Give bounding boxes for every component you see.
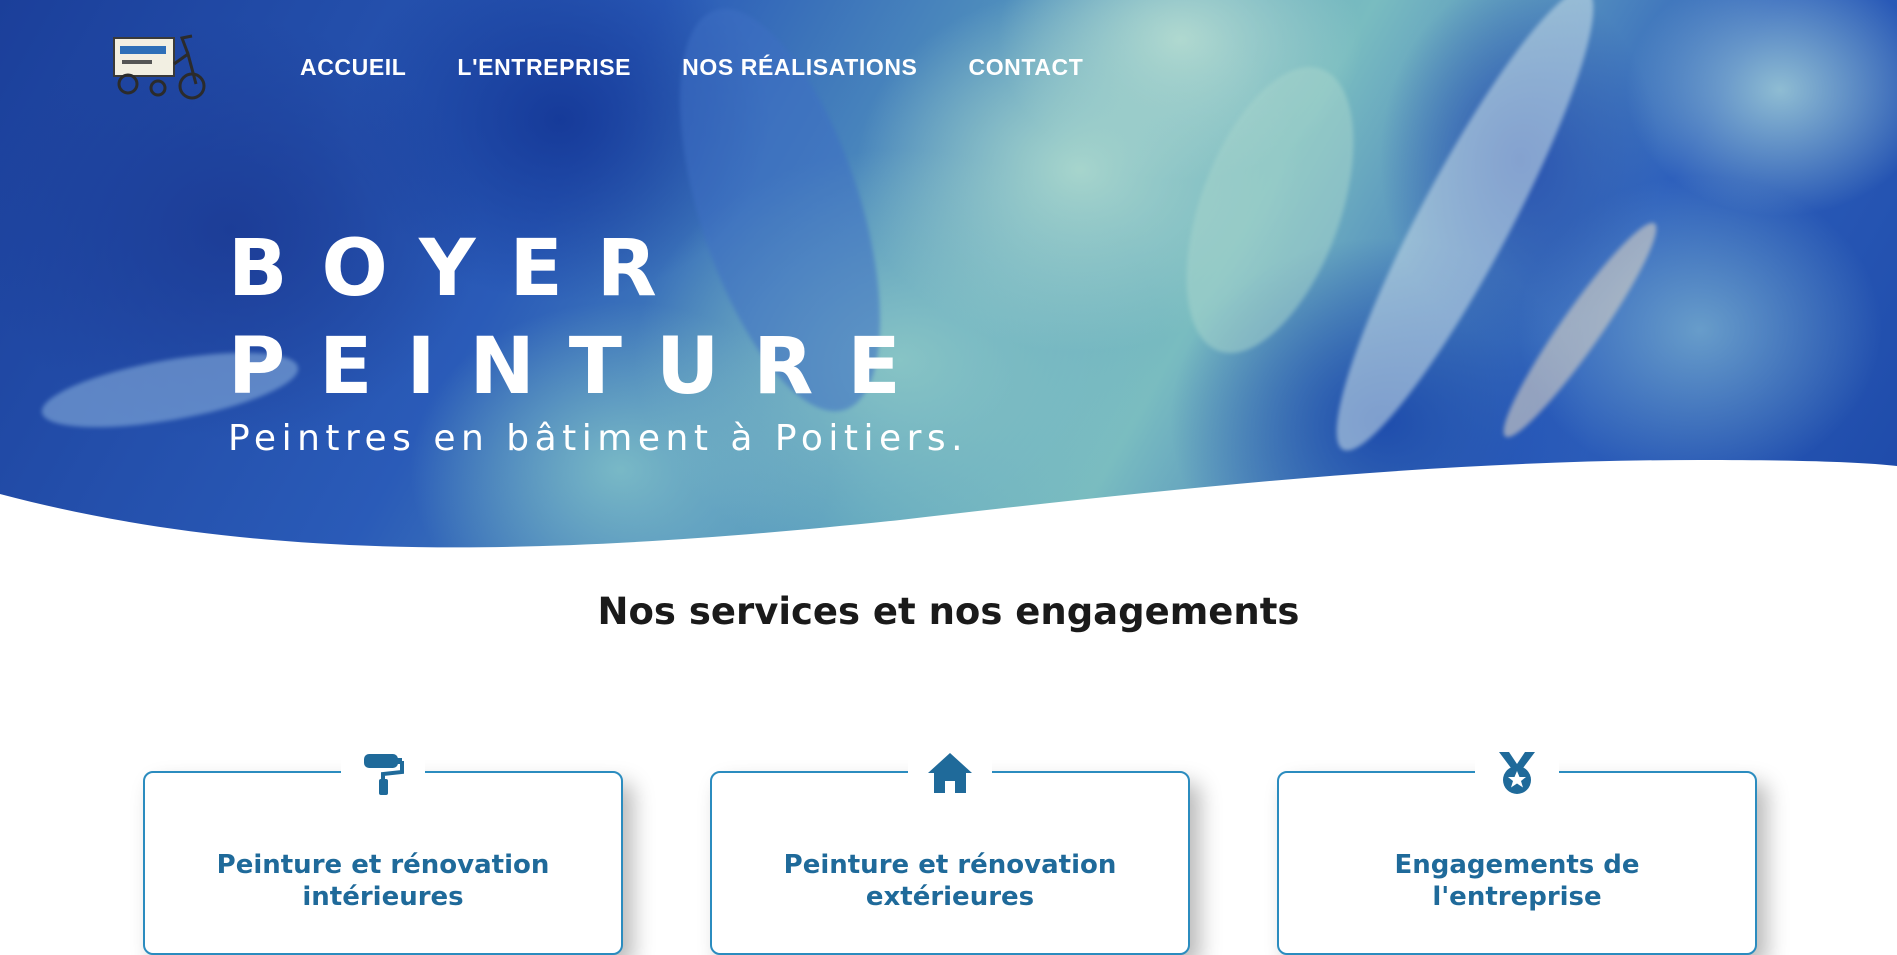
card-icon-holder: [341, 747, 425, 799]
brand-title: BOYER PEINTURE: [228, 220, 935, 416]
card-title-line2: l'entreprise: [1432, 882, 1602, 912]
brand-title-line2: PEINTURE: [228, 322, 935, 412]
service-card-commitments[interactable]: Engagements de l'entreprise: [1277, 747, 1757, 955]
medal-icon: [1499, 752, 1535, 794]
nav-link-contact[interactable]: CONTACT: [968, 54, 1083, 81]
nav-link-accueil[interactable]: ACCUEIL: [300, 54, 406, 81]
card-title: Peinture et rénovation extérieures: [712, 849, 1188, 913]
cargo-bike-logo-icon: [113, 34, 206, 100]
nav-link-entreprise[interactable]: L'ENTREPRISE: [457, 54, 631, 81]
service-card-exterior[interactable]: Peinture et rénovation extérieures: [710, 747, 1190, 955]
service-card-interior[interactable]: Peinture et rénovation intérieures: [143, 747, 623, 955]
card-title: Engagements de l'entreprise: [1279, 849, 1755, 913]
nav-link-realisations[interactable]: NOS RÉALISATIONS: [682, 54, 917, 81]
paint-roller-icon: [364, 754, 404, 795]
card-title-line2: intérieures: [302, 882, 464, 912]
main-navigation: ACCUEIL L'ENTREPRISE NOS RÉALISATIONS CO…: [300, 54, 1134, 81]
services-section-title: Nos services et nos engagements: [597, 590, 1300, 633]
card-title-line2: extérieures: [865, 882, 1035, 912]
house-icon: [928, 753, 972, 793]
hero-tagline: Peintres en bâtiment à Poitiers.: [228, 418, 969, 459]
brand-title-line1: BOYER: [228, 224, 691, 314]
card-icon-holder: [908, 747, 992, 799]
card-title-line1: Engagements de: [1394, 850, 1640, 880]
company-logo[interactable]: [108, 24, 216, 106]
card-title-line1: Peinture et rénovation: [216, 850, 550, 880]
card-icon-holder: [1475, 747, 1559, 799]
card-title-line1: Peinture et rénovation: [783, 850, 1117, 880]
card-title: Peinture et rénovation intérieures: [145, 849, 621, 913]
